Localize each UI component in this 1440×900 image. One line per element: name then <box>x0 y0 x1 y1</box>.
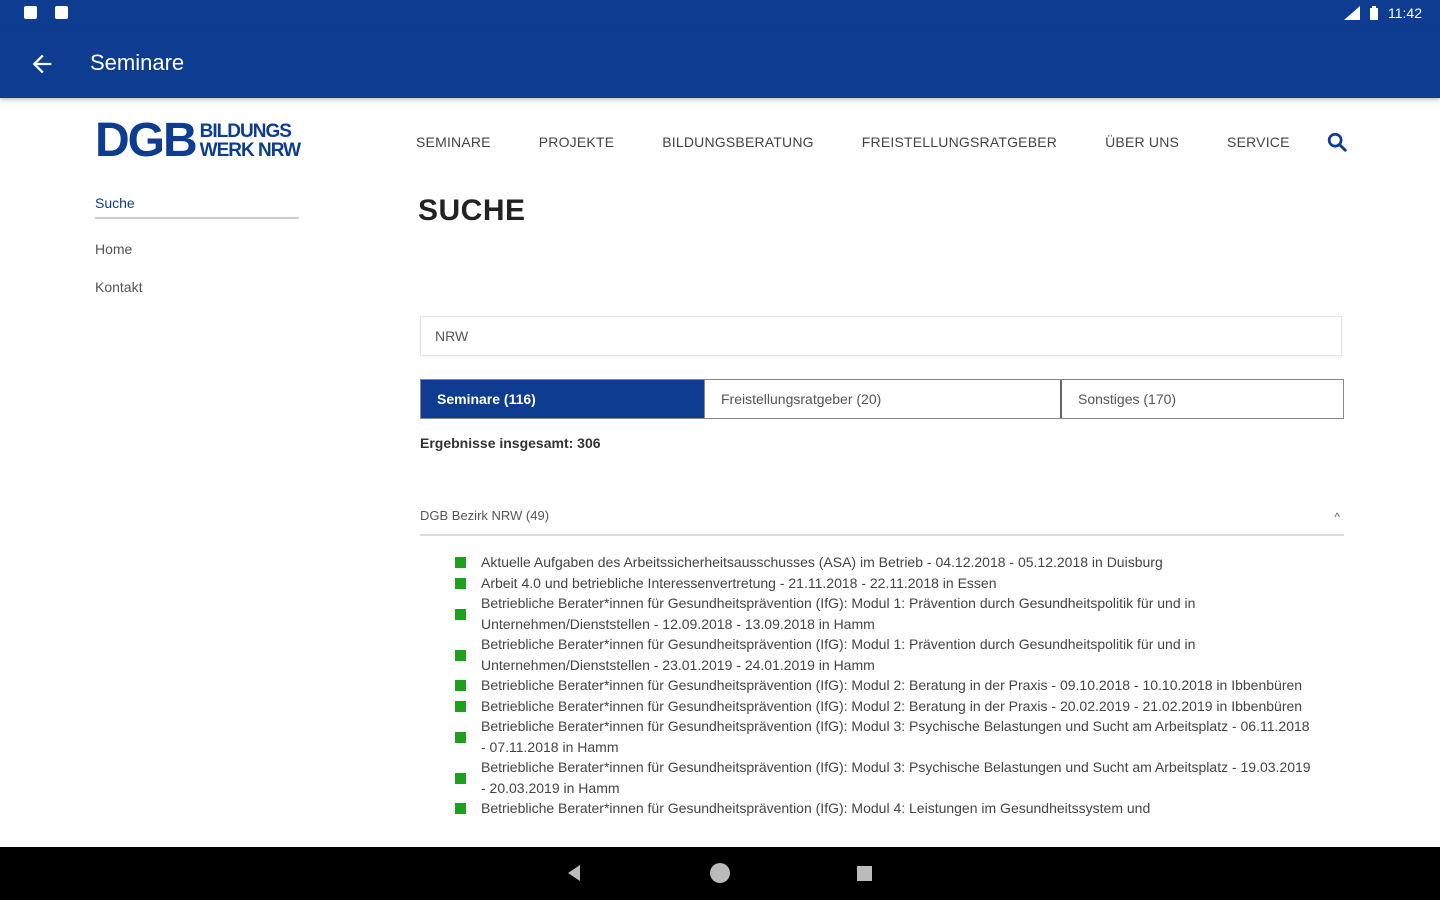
system-navigation-bar <box>0 847 1440 900</box>
search-box <box>420 316 1342 356</box>
group-title: DGB Bezirk NRW (49) <box>420 508 550 523</box>
nav-back-icon[interactable] <box>568 865 580 881</box>
arrow-left-icon[interactable] <box>28 50 56 78</box>
app-bar-title: Seminare <box>90 50 185 75</box>
result-link[interactable]: Aktuelle Aufgaben des Arbeitssicherheits… <box>481 554 1163 570</box>
result-tabs: Seminare (116) Freistellungsratgeber (20… <box>420 379 1344 419</box>
list-item[interactable]: Arbeit 4.0 und betriebliche Interessenve… <box>455 573 1315 594</box>
battery-icon <box>1370 6 1378 20</box>
list-item[interactable]: Betriebliche Berater*innen für Gesundhei… <box>455 675 1315 696</box>
side-item-kontakt[interactable]: Kontakt <box>95 279 299 295</box>
logo-line2: WERK NRW <box>199 140 301 161</box>
app-bar: Seminare <box>0 28 1440 98</box>
result-link[interactable]: Betriebliche Berater*innen für Gesundhei… <box>481 759 1311 796</box>
side-navigation: Suche Home Kontakt <box>95 195 299 295</box>
notification-icons <box>24 6 68 19</box>
side-item-suche[interactable]: Suche <box>95 195 299 219</box>
system-status: 11:42 <box>1344 5 1422 21</box>
tab-freistellungsratgeber[interactable]: Freistellungsratgeber (20) <box>704 380 1060 418</box>
status-bar: 11:42 <box>0 0 1440 28</box>
nav-projekte[interactable]: PROJEKTE <box>539 134 615 150</box>
nav-recents-icon[interactable] <box>857 866 872 881</box>
list-item[interactable]: Betriebliche Berater*innen für Gesundhei… <box>455 716 1315 757</box>
tab-sonstiges[interactable]: Sonstiges (170) <box>1060 380 1343 418</box>
nav-bildungsberatung[interactable]: BILDUNGSBERATUNG <box>662 134 814 150</box>
results-list: Aktuelle Aufgaben des Arbeitssicherheits… <box>455 552 1315 819</box>
result-link[interactable]: Arbeit 4.0 und betriebliche Interessenve… <box>481 575 996 591</box>
bullet-square-icon <box>455 577 466 589</box>
results-total: Ergebnisse insgesamt: 306 <box>420 435 601 451</box>
bullet-square-icon <box>455 803 466 815</box>
search-input[interactable] <box>421 317 1341 355</box>
nav-freistellungsratgeber[interactable]: FREISTELLUNGSRATGEBER <box>862 134 1057 150</box>
top-navigation: SEMINARE PROJEKTE BILDUNGSBERATUNG FREIS… <box>416 131 1348 153</box>
nav-home-icon[interactable] <box>710 863 730 883</box>
chevron-up-icon[interactable]: ^ <box>1334 510 1340 524</box>
dgb-logo[interactable]: DGB BILDUNGS WERK NRW <box>95 114 301 167</box>
result-link[interactable]: Betriebliche Berater*innen für Gesundhei… <box>481 595 1195 632</box>
result-link[interactable]: Betriebliche Berater*innen für Gesundhei… <box>481 677 1302 693</box>
bullet-square-icon <box>455 772 466 784</box>
logo-subtitle: BILDUNGS WERK NRW <box>199 121 301 161</box>
bullet-square-icon <box>455 649 466 661</box>
list-item[interactable]: Aktuelle Aufgaben des Arbeitssicherheits… <box>455 552 1315 573</box>
bullet-square-icon <box>455 557 466 569</box>
sd-card-icon <box>55 6 68 19</box>
signal-icon <box>1344 6 1360 20</box>
list-item[interactable]: Betriebliche Berater*innen für Gesundhei… <box>455 634 1315 675</box>
bullet-square-icon <box>455 680 466 692</box>
logo-dgb: DGB <box>95 114 198 167</box>
notification-icon <box>24 6 37 19</box>
list-item[interactable]: Betriebliche Berater*innen für Gesundhei… <box>455 798 1315 819</box>
nav-ueber-uns[interactable]: ÜBER UNS <box>1105 134 1179 150</box>
list-item[interactable]: Betriebliche Berater*innen für Gesundhei… <box>455 696 1315 717</box>
bullet-square-icon <box>455 700 466 712</box>
bullet-square-icon <box>455 608 466 620</box>
side-item-home[interactable]: Home <box>95 241 299 257</box>
result-link[interactable]: Betriebliche Berater*innen für Gesundhei… <box>481 800 1150 816</box>
search-icon[interactable] <box>1326 131 1348 153</box>
page-title: SUCHE <box>418 194 526 227</box>
tab-seminare[interactable]: Seminare (116) <box>421 380 704 418</box>
result-link[interactable]: Betriebliche Berater*innen für Gesundhei… <box>481 718 1310 755</box>
nav-seminare[interactable]: SEMINARE <box>416 134 491 150</box>
result-link[interactable]: Betriebliche Berater*innen für Gesundhei… <box>481 636 1195 673</box>
group-header-dgb-bezirk-nrw[interactable]: DGB Bezirk NRW (49) ^ <box>420 508 1344 536</box>
nav-service[interactable]: SERVICE <box>1227 134 1290 150</box>
list-item[interactable]: Betriebliche Berater*innen für Gesundhei… <box>455 757 1315 798</box>
bullet-square-icon <box>455 731 466 743</box>
logo-line1: BILDUNGS <box>199 121 292 142</box>
status-time: 11:42 <box>1388 5 1422 21</box>
result-link[interactable]: Betriebliche Berater*innen für Gesundhei… <box>481 698 1302 714</box>
list-item[interactable]: Betriebliche Berater*innen für Gesundhei… <box>455 593 1315 634</box>
